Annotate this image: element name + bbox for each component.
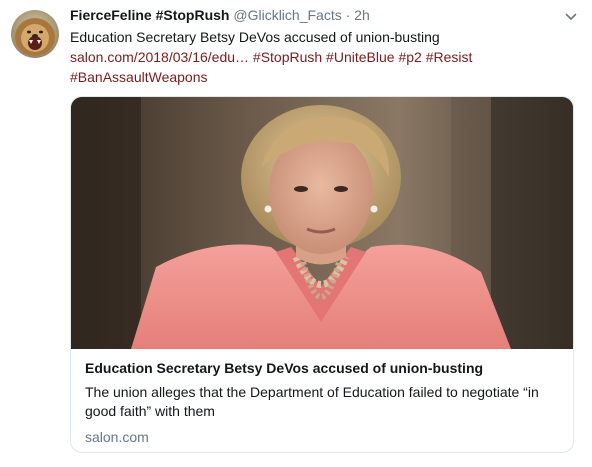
card-image[interactable] [71,97,574,349]
tweet-header: FierceFeline #StopRush @Glicklich_Facts … [70,6,582,24]
avatar[interactable] [11,10,59,58]
tweet-content: FierceFeline #StopRush @Glicklich_Facts … [70,6,582,453]
card-domain: salon.com [85,429,149,445]
chevron-down-icon[interactable] [564,10,578,24]
hashtag-link[interactable]: #BanAssaultWeapons [70,67,510,87]
separator-dot: · [345,7,351,23]
timestamp[interactable]: 2h [354,7,370,23]
card-description: The union alleges that the Department of… [85,384,539,419]
link-preview-card[interactable]: Education Secretary Betsy DeVos accused … [70,96,574,453]
tweet[interactable]: FierceFeline #StopRush @Glicklich_Facts … [0,0,592,467]
lion-avatar-icon [11,10,59,58]
card-title[interactable]: Education Secretary Betsy DeVos accused … [85,359,559,377]
tweet-links[interactable]: salon.com/2018/03/16/edu… #StopRush #Uni… [70,47,510,67]
user-handle[interactable]: @Glicklich_Facts [233,7,341,23]
display-name[interactable]: FierceFeline #StopRush [70,7,229,23]
tweet-body: Education Secretary Betsy DeVos accused … [70,29,440,45]
tweet-text: Education Secretary Betsy DeVos accused … [70,27,510,87]
card-body: Education Secretary Betsy DeVos accused … [71,349,573,446]
